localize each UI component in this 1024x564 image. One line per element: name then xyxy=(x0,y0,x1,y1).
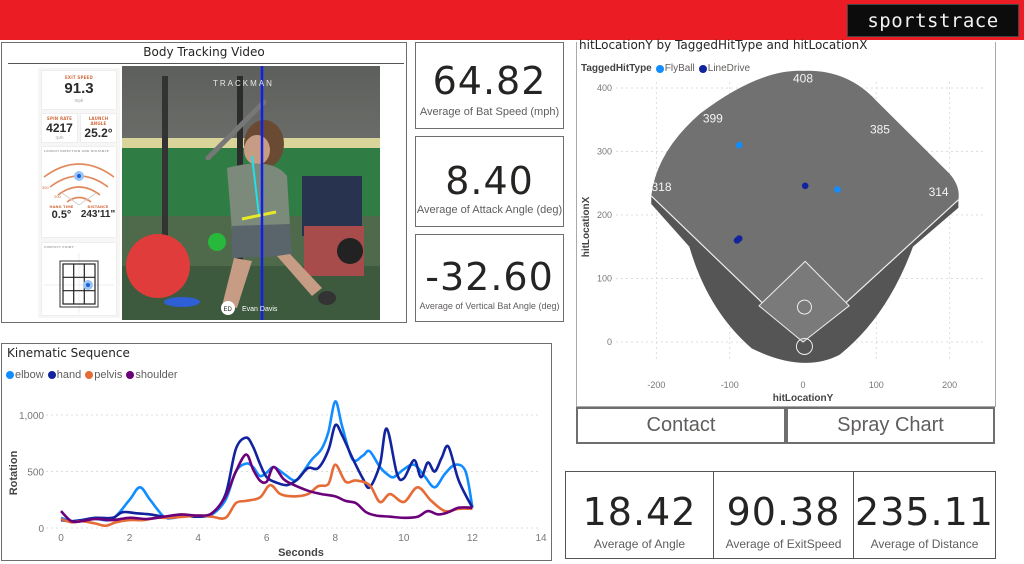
data-point-flyball xyxy=(834,186,841,193)
kpi-value: 18.42 xyxy=(582,490,697,534)
distance-value: 243'11" xyxy=(80,209,116,220)
x-tick-label: 8 xyxy=(333,533,339,544)
series-line-elbow xyxy=(60,400,474,523)
spin-rate-unit: rpm xyxy=(55,135,64,140)
trackman-watermark: TRACKMAN xyxy=(213,79,274,88)
x-tick-label: 0 xyxy=(58,533,64,544)
spray-chart: 0 100 200 300 400 -200 -100 0 100 200 hitLocationY… xyxy=(581,70,986,404)
svg-text:200: 200 xyxy=(54,194,61,199)
distance-box: DISTANCE 243'11" xyxy=(80,205,116,235)
exit-speed-box: EXIT SPEED 91.3 mph xyxy=(41,70,117,110)
tab-contact[interactable]: Contact xyxy=(576,407,786,444)
video-title: Body Tracking Video xyxy=(143,45,265,59)
y-tick-label: 500 xyxy=(27,468,44,479)
y-tick-label: 0 xyxy=(607,337,612,347)
x-axis-label: hitLocationY xyxy=(773,393,834,404)
kpi-label: Average of Angle xyxy=(593,537,686,551)
y-tick-label: 300 xyxy=(597,147,612,157)
x-tick-label: 14 xyxy=(535,533,547,544)
contact-point-box: CONTACT POINT xyxy=(41,242,117,316)
red-exercise-ball xyxy=(126,234,190,298)
x-tick-label: 12 xyxy=(467,533,479,544)
tab-spray-chart[interactable]: Spray Chart xyxy=(786,407,995,444)
kpi-bat-speed: 64.82 Average of Bat Speed (mph) xyxy=(415,42,564,129)
fence-distance-label: 318 xyxy=(652,180,672,194)
x-axis-label: Seconds xyxy=(278,547,324,559)
y-tick-label: 100 xyxy=(597,274,612,284)
y-tick-label: 200 xyxy=(597,210,612,220)
y-tick-label: 1,000 xyxy=(19,411,44,422)
kpi-label: Average of ExitSpeed xyxy=(725,537,842,551)
x-tick-label: 200 xyxy=(942,380,957,390)
fence-distance-label: 399 xyxy=(703,111,723,125)
kpi-label: Average of Vertical Bat Angle (deg) xyxy=(419,301,560,311)
y-tick-label: 400 xyxy=(597,83,612,93)
spin-rate-value: 4217 xyxy=(46,121,73,135)
kpi-label: Average of Distance xyxy=(870,537,979,551)
launch-angle-label: LAUNCH ANGLE xyxy=(88,116,109,126)
launch-direction-diagram: 300 200 xyxy=(42,163,115,206)
kpi-value: 90.38 xyxy=(726,490,841,534)
kpi-distance: 235.11 Average of Distance xyxy=(853,471,996,559)
kpi-value: -32.60 xyxy=(425,255,554,299)
kpi-value: 235.11 xyxy=(855,490,994,534)
data-point-linedrive xyxy=(801,182,809,190)
launch-angle-value: 25.2° xyxy=(84,126,113,140)
player-name: Evan Davis xyxy=(242,306,278,313)
svg-text:ED: ED xyxy=(224,307,233,313)
kpi-label: Average of Bat Speed (mph) xyxy=(419,106,560,118)
svg-text:300: 300 xyxy=(42,185,49,190)
header-bar: sportstrace xyxy=(0,0,1024,40)
exit-speed-value: 91.3 xyxy=(64,80,94,97)
kpi-exit-speed: 90.38 Average of ExitSpeed xyxy=(713,471,854,559)
video-frame-image: TRACKMAN ED Evan Davis xyxy=(122,66,380,320)
y-axis-label: hitLocationX xyxy=(581,196,592,257)
fence-distance-label: 408 xyxy=(793,71,813,85)
kpi-attack-angle: 8.40 Average of Attack Angle (deg) xyxy=(415,136,564,227)
kpi-value: 8.40 xyxy=(445,159,534,203)
x-tick-label: -200 xyxy=(647,380,665,390)
kpi-value: 64.82 xyxy=(432,59,547,103)
fence-distance-label: 314 xyxy=(929,185,949,199)
direction-distance-box: LAUNCH DIRECTION AND DISTANCE 300 200 HA… xyxy=(41,146,117,238)
x-tick-label: 6 xyxy=(264,533,270,544)
sportstrace-logo: sportstrace xyxy=(847,4,1019,37)
body-tracking-video-panel: Body Tracking Video EXIT SPEED 91.3 mph … xyxy=(1,42,407,323)
launch-angle-box: LAUNCH ANGLE 25.2° xyxy=(80,113,117,143)
video-frame[interactable]: EXIT SPEED 91.3 mph SPIN RATE 4217 rpm L… xyxy=(8,63,404,320)
x-tick-label: 0 xyxy=(800,380,805,390)
swing-video[interactable]: TRACKMAN ED Evan Davis xyxy=(122,66,380,320)
x-tick-label: 10 xyxy=(398,533,410,544)
kpi-vertical-bat-angle: -32.60 Average of Vertical Bat Angle (de… xyxy=(415,234,564,322)
x-tick-label: 4 xyxy=(195,533,201,544)
hang-time-value: 0.5° xyxy=(51,209,72,221)
data-point-flyball xyxy=(735,141,743,149)
x-tick-label: 100 xyxy=(869,380,884,390)
kpi-angle: 18.42 Average of Angle xyxy=(565,471,714,559)
spin-rate-box: SPIN RATE 4217 rpm xyxy=(41,113,78,143)
contact-point-label: CONTACT POINT xyxy=(44,245,74,249)
hang-time-box: HANG TIME 0.5° xyxy=(44,205,79,235)
direction-label: LAUNCH DIRECTION AND DISTANCE xyxy=(44,149,110,153)
kpi-label: Average of Attack Angle (deg) xyxy=(416,204,563,216)
contact-point-grid xyxy=(44,253,114,313)
y-tick-label: 0 xyxy=(38,524,44,535)
y-axis-label: Rotation xyxy=(8,450,20,495)
trackman-stats-card: EXIT SPEED 91.3 mph SPIN RATE 4217 rpm L… xyxy=(38,68,120,318)
x-tick-label: 2 xyxy=(127,533,133,544)
fence-distance-label: 385 xyxy=(870,123,890,137)
exit-speed-unit: mph xyxy=(74,98,84,103)
x-tick-label: -100 xyxy=(721,380,739,390)
kinematic-sequence-chart: 0 500 1,000 0 2 4 6 8 10 12 14 Seconds Rotation xyxy=(8,400,547,559)
data-point-linedrive xyxy=(735,235,743,242)
